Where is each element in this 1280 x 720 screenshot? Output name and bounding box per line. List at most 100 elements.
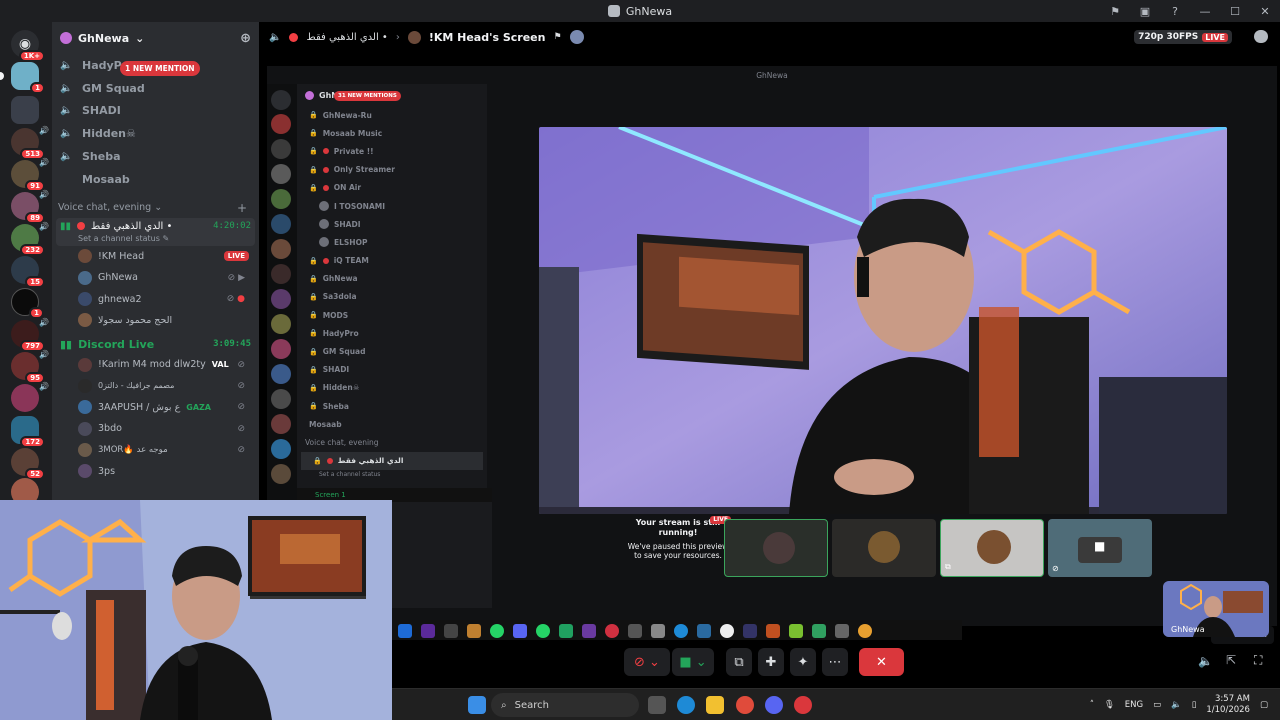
voice-channel[interactable]: 🔈 Sheba	[52, 145, 259, 168]
volume-icon[interactable]: 🔈	[1198, 654, 1213, 668]
close-button[interactable]: ✕	[1250, 0, 1280, 22]
file-explorer-icon[interactable]	[706, 696, 724, 714]
voice-member[interactable]: الحج محمود سجولا	[52, 310, 259, 331]
app-taskbar-icon[interactable]	[794, 696, 812, 714]
system-tray: ˄ 🎙 ENG ▭ 🔈 ▯ 3:57 AM 1/10/2026 ▢	[1090, 689, 1268, 720]
voice-member[interactable]: GhNewa ⊘ ▶	[52, 267, 259, 288]
voice-member[interactable]: 3ps	[52, 460, 259, 481]
start-button-icon[interactable]	[468, 696, 486, 714]
server-icon[interactable]: 🔊 89	[11, 190, 49, 224]
volume-icon[interactable]: 🔈	[1171, 700, 1182, 710]
avatar	[763, 532, 795, 564]
chrome-icon[interactable]	[736, 696, 754, 714]
server-icon	[271, 90, 291, 110]
server-icon	[271, 464, 291, 484]
guild-header[interactable]: GhNewa ⌄ ⊕	[52, 22, 259, 54]
chevron-down-icon: ⌄	[154, 202, 163, 214]
lock-icon: 🔒	[309, 147, 318, 156]
server-icon	[271, 139, 291, 159]
home-discord-icon[interactable]: ◉ 1K+	[11, 30, 45, 62]
clock[interactable]: 3:57 AM 1/10/2026	[1206, 694, 1250, 715]
voice-member[interactable]: 3AAPUSH / ع بوش GAZA ⊘	[52, 397, 259, 418]
stream-header: 🔈 الدي الذهبي فقط • › !KM Head's Screen …	[259, 22, 1280, 52]
minimize-button[interactable]: —	[1190, 0, 1220, 22]
help-icon[interactable]: ?	[1160, 0, 1190, 22]
chevron-up-icon[interactable]: ˄	[1090, 700, 1094, 710]
active-voice-channel[interactable]: ▮▮ الدي الذهبي فقط • 4:20:02 Set a chann…	[56, 217, 255, 246]
inbox-icon[interactable]: ⚑	[1100, 0, 1130, 22]
title-bar: GhNewa ⚑ ▣ ? — ☐ ✕	[0, 0, 1280, 22]
new-mentions-pill: 31 NEW MENTIONS	[334, 91, 401, 101]
server-icon	[271, 114, 291, 134]
maximize-button[interactable]: ☐	[1220, 0, 1250, 22]
voice-member[interactable]: مصمم جرافيك - دالتز0 ⊘	[52, 375, 259, 396]
picture-in-picture[interactable]: GhNewa	[1163, 581, 1269, 637]
voice-member[interactable]: 3bdo ⊘	[52, 418, 259, 439]
voice-member[interactable]: 3MOR🔥 موجه عد ⊘	[52, 439, 259, 460]
server-icon[interactable]: 🔊 95	[11, 350, 49, 384]
voice-member[interactable]: !Karim M4 mod dlw2ty VAL ⊘	[52, 354, 259, 375]
screen-icon[interactable]: ▣	[1130, 0, 1160, 22]
fullscreen-icon[interactable]: ⛶	[1254, 653, 1262, 668]
server-icon[interactable]: 1	[0, 62, 45, 94]
discord-taskbar-icon[interactable]	[765, 696, 783, 714]
new-mention-pill[interactable]: 1 NEW MENTION	[120, 61, 200, 76]
more-options-button[interactable]: ⋯	[822, 648, 848, 676]
server-icon[interactable]: 🔊	[11, 382, 49, 412]
lock-icon: 🔒	[309, 183, 318, 192]
server-icon[interactable]: 1	[11, 288, 44, 319]
edge-icon[interactable]	[677, 696, 695, 714]
stream-view[interactable]: GhNewa GhNewa⌄ 🔒GhNewa-Ru 🔒Mosaab Music …	[259, 52, 1280, 640]
deafen-icon: ⊘	[237, 402, 245, 413]
lock-icon: 🔒	[309, 292, 318, 301]
language-indicator[interactable]: ENG	[1125, 700, 1143, 710]
deafen-camera-icons: ⊘ ▶	[227, 272, 245, 283]
server-icon[interactable]: 🔊 797	[11, 318, 49, 352]
battery-icon[interactable]: ▯	[1192, 700, 1197, 710]
server-icon[interactable]: 172	[11, 416, 45, 448]
voice-member[interactable]: !KM Head LIVE	[52, 246, 259, 267]
network-icon[interactable]: ▭	[1153, 700, 1161, 710]
voice-member[interactable]: ghnewa2 ⊘ ●	[52, 288, 259, 309]
camera-button[interactable]: ■ ⌄	[672, 648, 714, 676]
voice-channel[interactable]: 🔈 Hidden☠	[52, 122, 259, 145]
live-voice-channel[interactable]: ▮▮ Discord Live 3:09:45	[56, 335, 255, 354]
server-icon[interactable]: 15	[11, 256, 45, 288]
server-icon[interactable]: 🔊 232	[11, 222, 49, 256]
end-call-button[interactable]: ✕	[859, 648, 904, 676]
soundboard-button[interactable]: ✦	[790, 648, 816, 676]
participant-tile[interactable]	[724, 519, 828, 577]
voice-channel[interactable]: 🔈 SHADI	[52, 100, 259, 123]
badge: 1	[30, 82, 45, 94]
screen-share-button[interactable]: ⧉	[726, 648, 752, 676]
discord-app-icon	[607, 5, 620, 17]
mute-mic-button[interactable]: ⊘ ⌄	[624, 648, 670, 676]
category-header[interactable]: Voice chat, evening ⌄ +	[52, 198, 259, 218]
participant-tile[interactable]: ⧉	[940, 519, 1044, 577]
add-channel-icon[interactable]: +	[237, 201, 247, 215]
activities-button[interactable]: ✚	[758, 648, 784, 676]
server-icon	[271, 339, 291, 359]
server-icon	[271, 389, 291, 409]
taskbar-search[interactable]: ⌕ Search	[491, 693, 639, 717]
server-icon[interactable]: 🔊 91	[11, 158, 49, 192]
server-icon[interactable]: 🔊 513	[11, 126, 49, 160]
microphone-icon[interactable]: 🎙	[1104, 700, 1115, 710]
popout-icon[interactable]: ⇱	[1226, 653, 1236, 667]
chat-bubble-icon[interactable]	[1254, 30, 1268, 43]
participant-tile[interactable]	[832, 519, 936, 577]
screen-share-icon: ⧉	[945, 562, 951, 571]
viewer-avatar	[569, 30, 584, 44]
recording-dot	[77, 222, 86, 231]
voice-channel[interactable]: Mosaab	[52, 168, 259, 191]
participant-tile[interactable]: ■ ⊘	[1048, 519, 1152, 577]
channel-list: GhNewa ⌄ ⊕ 1 NEW MENTION 🔈 HadyPro 🔈 GM Sq…	[52, 22, 259, 500]
add-member-icon[interactable]: ⊕	[240, 31, 251, 46]
task-view-icon[interactable]	[648, 696, 666, 714]
voice-channel[interactable]: 🔈 GM Squad	[52, 77, 259, 100]
server-icon[interactable]	[11, 96, 39, 124]
server-icon[interactable]: 52	[11, 448, 45, 480]
streamer-camera-feed	[539, 127, 1227, 514]
search-icon: ⌕	[501, 699, 507, 711]
notification-icon[interactable]: ▢	[1260, 700, 1268, 710]
